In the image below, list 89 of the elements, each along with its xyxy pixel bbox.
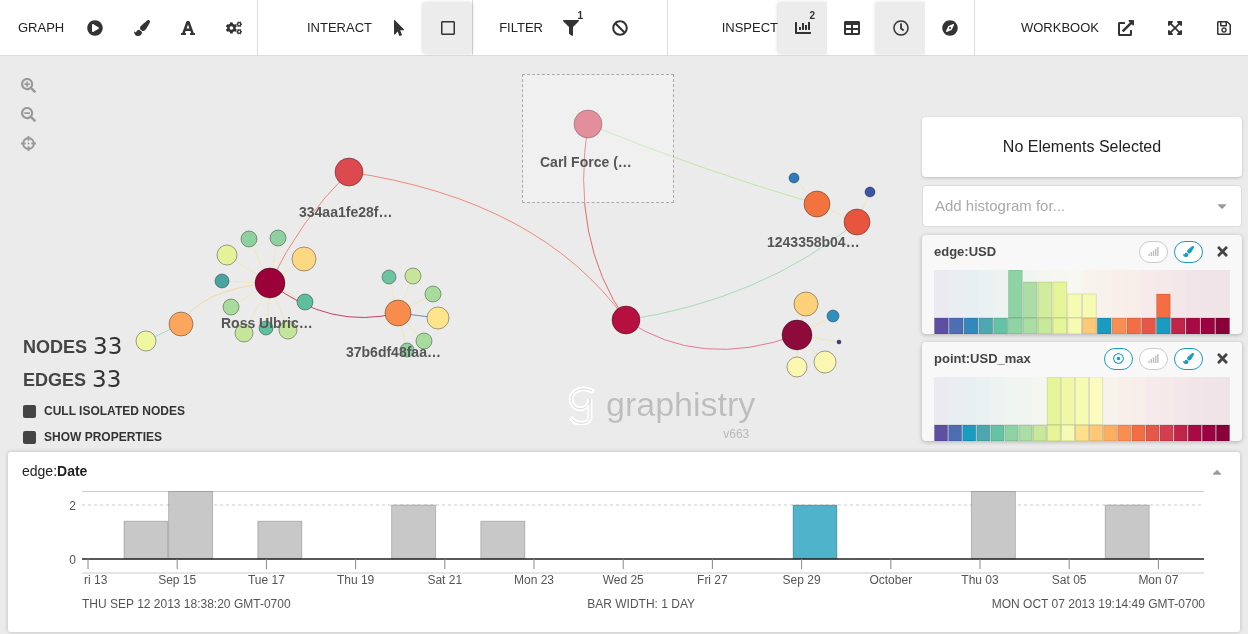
- option-label: CULL ISOLATED NODES: [44, 403, 185, 420]
- signal-icon: [1148, 353, 1159, 364]
- filter-icon: [562, 19, 579, 36]
- signal-icon: [1148, 246, 1159, 257]
- x-tick-label: Tue 17: [247, 573, 285, 587]
- play-icon: [87, 19, 104, 36]
- x-tick-label: Thu 19: [336, 573, 375, 587]
- x-tick-label: Thu 03: [961, 573, 999, 587]
- brush-icon: [133, 19, 150, 36]
- group-label: WORKBOOK: [1021, 18, 1099, 37]
- timeline-bar[interactable]: [970, 491, 1016, 560]
- group-label: INTERACT: [307, 18, 372, 37]
- y-tick-label: 2: [69, 499, 76, 513]
- timeline-bar[interactable]: [480, 520, 526, 560]
- stat-label: NODES: [23, 336, 87, 359]
- checkbox[interactable]: [23, 430, 36, 444]
- tool-button[interactable]: [423, 2, 472, 53]
- histogram-toggle[interactable]: [1174, 347, 1203, 370]
- y-tick-label: 0: [69, 553, 76, 567]
- x-tick-label: Sep 29: [782, 573, 821, 587]
- bar-width-label: BAR WIDTH: 1 DAY: [587, 596, 696, 613]
- stat-value: 33: [93, 332, 123, 361]
- timeline-bar[interactable]: [123, 520, 169, 560]
- start-date: THU SEP 12 2013 18:38:20 GMT-0700: [82, 596, 291, 613]
- timeline-bar[interactable]: [257, 520, 303, 560]
- badge-count: 1: [577, 10, 583, 21]
- stat-value: 33: [92, 365, 122, 394]
- zoom-in-icon: [21, 78, 36, 93]
- close-icon: [1215, 244, 1230, 259]
- node-label: Carl Force (…: [540, 155, 632, 169]
- histogram-bar: [1037, 281, 1053, 319]
- x-tick-label: Wed 25: [602, 573, 644, 587]
- histogram-bar: [1082, 293, 1097, 319]
- center-icon: [21, 136, 36, 151]
- histogram-bar: [1156, 293, 1171, 319]
- table-icon: [843, 19, 860, 36]
- group-label: INSPECT: [721, 18, 778, 37]
- select-placeholder: Add histogram for...: [935, 195, 1066, 216]
- x-tick-label: October: [869, 573, 913, 587]
- tool-button[interactable]: [876, 2, 925, 53]
- histogram-title: edge:USD: [934, 242, 997, 261]
- x-tick-label: Mon 23: [514, 573, 554, 587]
- gears-icon: [225, 19, 242, 36]
- ban-icon: [611, 19, 628, 36]
- target-icon: [1113, 353, 1124, 364]
- histogram-toggle[interactable]: [1139, 240, 1168, 263]
- histogram-bar: [1074, 377, 1090, 426]
- close-button[interactable]: [1215, 244, 1230, 259]
- timeline-bar[interactable]: [168, 491, 214, 560]
- histogram-bar: [1060, 377, 1075, 426]
- histogram-toggle[interactable]: [1104, 347, 1133, 370]
- close-button[interactable]: [1215, 351, 1230, 366]
- save-icon: [1215, 19, 1232, 36]
- brush-icon: [1183, 246, 1194, 257]
- brush-icon: [1183, 353, 1194, 364]
- tool-button[interactable]: 2: [778, 2, 827, 53]
- close-icon: [1215, 351, 1230, 366]
- timeline-bar[interactable]: [391, 504, 437, 560]
- timeline-bar[interactable]: [1104, 504, 1150, 560]
- x-tick-label: ri 13: [84, 573, 108, 587]
- node-label: Ross Ulbric…: [221, 316, 313, 330]
- x-tick-label: Sat 05: [1051, 573, 1087, 587]
- x-tick-label: Sat 21: [427, 573, 463, 587]
- compass-icon: [941, 19, 958, 36]
- expand-icon: [1166, 19, 1183, 36]
- histogram-toggle[interactable]: [1139, 347, 1168, 370]
- timeline-bar[interactable]: [792, 504, 838, 560]
- end-date: MON OCT 07 2013 19:14:49 GMT-0700: [991, 596, 1205, 613]
- histogram-toggle[interactable]: [1174, 240, 1203, 263]
- zoom-out-icon: [21, 107, 36, 122]
- option-label: SHOW PROPERTIES: [44, 429, 162, 446]
- selection-status: No Elements Selected: [1002, 137, 1162, 157]
- stat-label: EDGES: [23, 369, 87, 392]
- node-label: 1243358b04…: [767, 235, 860, 249]
- x-tick-label: Fri 27: [697, 573, 728, 587]
- checkbox[interactable]: [23, 404, 36, 418]
- x-tick-label: Sep 15: [158, 573, 197, 587]
- font-icon: [179, 19, 196, 36]
- bar-chart-icon: [794, 19, 811, 36]
- badge-count: 2: [809, 10, 815, 21]
- histogram-title: point:USD_max: [934, 349, 1031, 368]
- clock-icon: [892, 19, 909, 36]
- external-link-icon: [1117, 19, 1134, 36]
- timeline-title: edge:Date: [22, 462, 88, 481]
- histogram-bar: [1089, 377, 1104, 426]
- group-label: FILTER: [499, 18, 543, 37]
- group-label: GRAPH: [18, 18, 65, 37]
- node-label: 334aa1fe28f…: [299, 205, 393, 219]
- x-tick-label: Mon 07: [1138, 573, 1179, 587]
